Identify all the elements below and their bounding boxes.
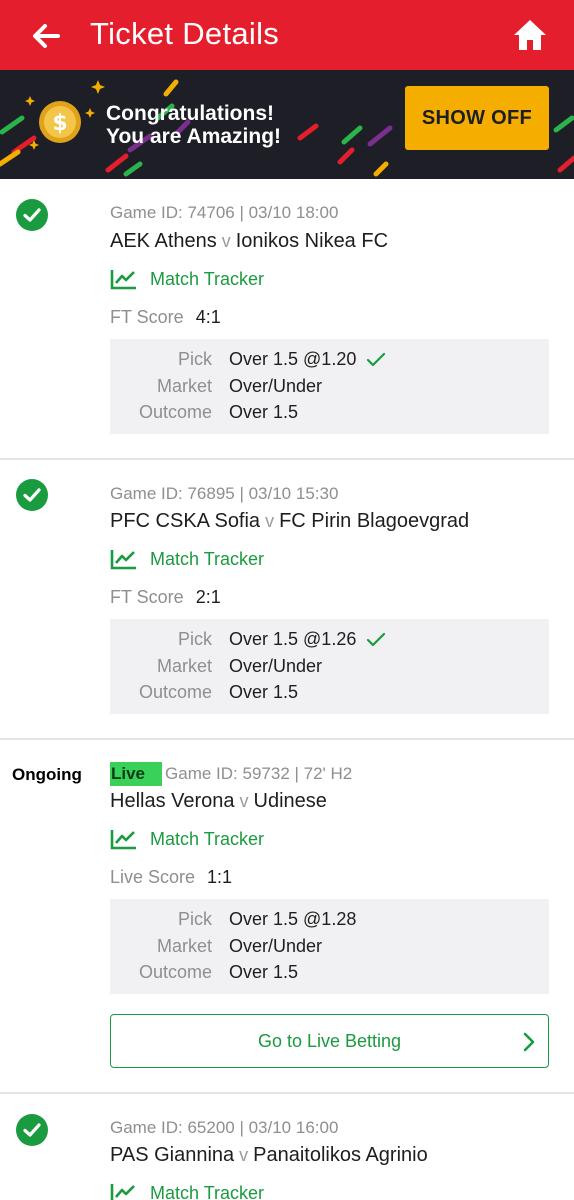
pick-value: Over 1.5 @1.26: [229, 629, 357, 649]
outcome-row: Outcome Over 1.5: [110, 682, 549, 708]
score-row: FT Score 4:1: [110, 307, 221, 328]
outcome-label: Outcome: [138, 962, 212, 982]
check-icon: [367, 352, 386, 366]
chart-line-icon: [110, 550, 136, 570]
home-icon[interactable]: [512, 18, 548, 52]
pick-label: Pick: [177, 909, 212, 929]
pick-details: Pick Over 1.5 @1.20 Market Over/Under Ou…: [110, 339, 549, 434]
score-value: 4:1: [195, 307, 221, 327]
svg-text:$: $: [52, 111, 67, 136]
arrow-left-icon[interactable]: [30, 20, 62, 52]
away-team: Ionikos Nikea FC: [235, 230, 389, 252]
game-meta: Game ID: 76895 | 03/10 15:30: [110, 484, 339, 503]
page-title: Ticket Details: [90, 16, 280, 51]
market-value: Over/Under: [229, 376, 323, 396]
bet-card: Game ID: 65200 | 03/10 16:00 PAS Giannin…: [0, 1094, 574, 1200]
match-tracker-label: Match Tracker: [150, 268, 265, 289]
pick-value: Over 1.5 @1.20: [229, 349, 357, 369]
score-value: 2:1: [195, 587, 221, 607]
congrats-banner: $ Congratulations! You are Amazing! SHOW…: [0, 70, 574, 179]
outcome-label: Outcome: [138, 402, 212, 422]
congrats-line-2: You are Amazing!: [106, 125, 282, 148]
match-tracker-link[interactable]: Match Tracker: [110, 268, 264, 290]
ongoing-status-label: Ongoing: [12, 765, 82, 784]
outcome-row: Outcome Over 1.5: [110, 962, 549, 988]
pick-value: Over 1.5 @1.28: [229, 909, 357, 929]
home-team: AEK Athens: [110, 230, 217, 252]
outcome-value: Over 1.5: [229, 682, 299, 702]
score-label: FT Score: [110, 307, 184, 327]
congrats-line-1: Congratulations!: [106, 102, 274, 125]
versus-separator: v: [239, 1145, 249, 1165]
versus-separator: v: [265, 511, 275, 531]
match-tracker-label: Match Tracker: [150, 548, 265, 569]
match-teams: Hellas Verona v Udinese: [110, 790, 327, 813]
bet-card: Game ID: 76895 | 03/10 15:30 PFC CSKA So…: [0, 460, 574, 740]
match-tracker-link[interactable]: Match Tracker: [110, 548, 264, 570]
pick-row: Pick Over 1.5 @1.28: [110, 909, 549, 935]
market-row: Market Over/Under: [110, 656, 549, 682]
pick-row: Pick Over 1.5 @1.20: [110, 349, 549, 375]
score-label: Live Score: [110, 867, 196, 887]
market-label: Market: [156, 656, 212, 676]
score-value: 1:1: [207, 867, 233, 887]
match-teams: PFC CSKA Sofia v FC Pirin Blagoevgrad: [110, 510, 469, 533]
game-meta-row: Live Game ID: 59732 | 72' H2: [110, 762, 352, 786]
match-teams: PAS Giannina v Panaitolikos Agrinio: [110, 1144, 428, 1167]
match-tracker-label: Match Tracker: [150, 828, 265, 849]
market-row: Market Over/Under: [110, 936, 549, 962]
pick-value-wrap: Over 1.5 @1.26: [229, 629, 386, 650]
home-team: PAS Giannina: [110, 1144, 235, 1166]
market-label: Market: [156, 936, 212, 956]
live-betting-label: Go to Live Betting: [257, 1030, 402, 1051]
home-team: PFC CSKA Sofia: [110, 510, 261, 532]
chart-line-icon: [110, 270, 136, 290]
pick-row: Pick Over 1.5 @1.26: [110, 629, 549, 655]
match-tracker-label: Match Tracker: [150, 1182, 265, 1200]
pick-details: Pick Over 1.5 @1.26 Market Over/Under Ou…: [110, 619, 549, 714]
outcome-row: Outcome Over 1.5: [110, 402, 549, 428]
pick-label: Pick: [177, 349, 212, 369]
away-team: Panaitolikos Agrinio: [253, 1144, 428, 1166]
away-team: FC Pirin Blagoevgrad: [279, 510, 470, 532]
game-meta: Game ID: 65200 | 03/10 16:00: [110, 1118, 339, 1137]
versus-separator: v: [221, 231, 231, 251]
coin-icon: $: [39, 101, 81, 143]
market-value: Over/Under: [229, 656, 323, 676]
market-label: Market: [156, 376, 212, 396]
live-badge: Live: [110, 762, 163, 786]
won-check-icon: [16, 1114, 48, 1146]
match-tracker-link[interactable]: Match Tracker: [110, 1182, 264, 1200]
pick-label: Pick: [177, 629, 212, 649]
away-team: Udinese: [253, 790, 327, 812]
outcome-value: Over 1.5: [229, 962, 299, 982]
show-off-button[interactable]: SHOW OFF: [405, 86, 549, 150]
won-check-icon: [16, 479, 48, 511]
app-header: Ticket Details: [0, 0, 574, 70]
go-to-live-betting-button[interactable]: Go to Live Betting: [110, 1014, 549, 1068]
won-check-icon: [16, 199, 48, 231]
chevron-right-icon: [523, 1032, 535, 1052]
score-row: FT Score 2:1: [110, 587, 221, 608]
home-team: Hellas Verona: [110, 790, 235, 812]
score-row: Live Score 1:1: [110, 867, 232, 888]
score-label: FT Score: [110, 587, 184, 607]
outcome-value: Over 1.5: [229, 402, 299, 422]
bet-card: Ongoing Live Game ID: 59732 | 72' H2 Hell…: [0, 740, 574, 1094]
match-tracker-link[interactable]: Match Tracker: [110, 828, 264, 850]
market-value: Over/Under: [229, 936, 323, 956]
chart-line-icon: [110, 1184, 135, 1200]
game-meta: Game ID: 74706 | 03/10 18:00: [110, 203, 339, 222]
versus-separator: v: [239, 791, 249, 811]
pick-value-wrap: Over 1.5 @1.20: [229, 349, 386, 370]
market-row: Market Over/Under: [110, 376, 549, 402]
outcome-label: Outcome: [138, 682, 212, 702]
congrats-text: Congratulations! You are Amazing!: [106, 102, 281, 148]
pick-details: Pick Over 1.5 @1.28 Market Over/Under Ou…: [110, 899, 549, 994]
check-icon: [367, 632, 386, 646]
bet-card: Game ID: 74706 | 03/10 18:00 AEK Athens v…: [0, 179, 574, 460]
match-teams: AEK Athens v Ionikos Nikea FC: [110, 230, 388, 253]
game-meta: Game ID: 59732 | 72' H2: [165, 764, 353, 783]
chart-line-icon: [110, 830, 136, 850]
